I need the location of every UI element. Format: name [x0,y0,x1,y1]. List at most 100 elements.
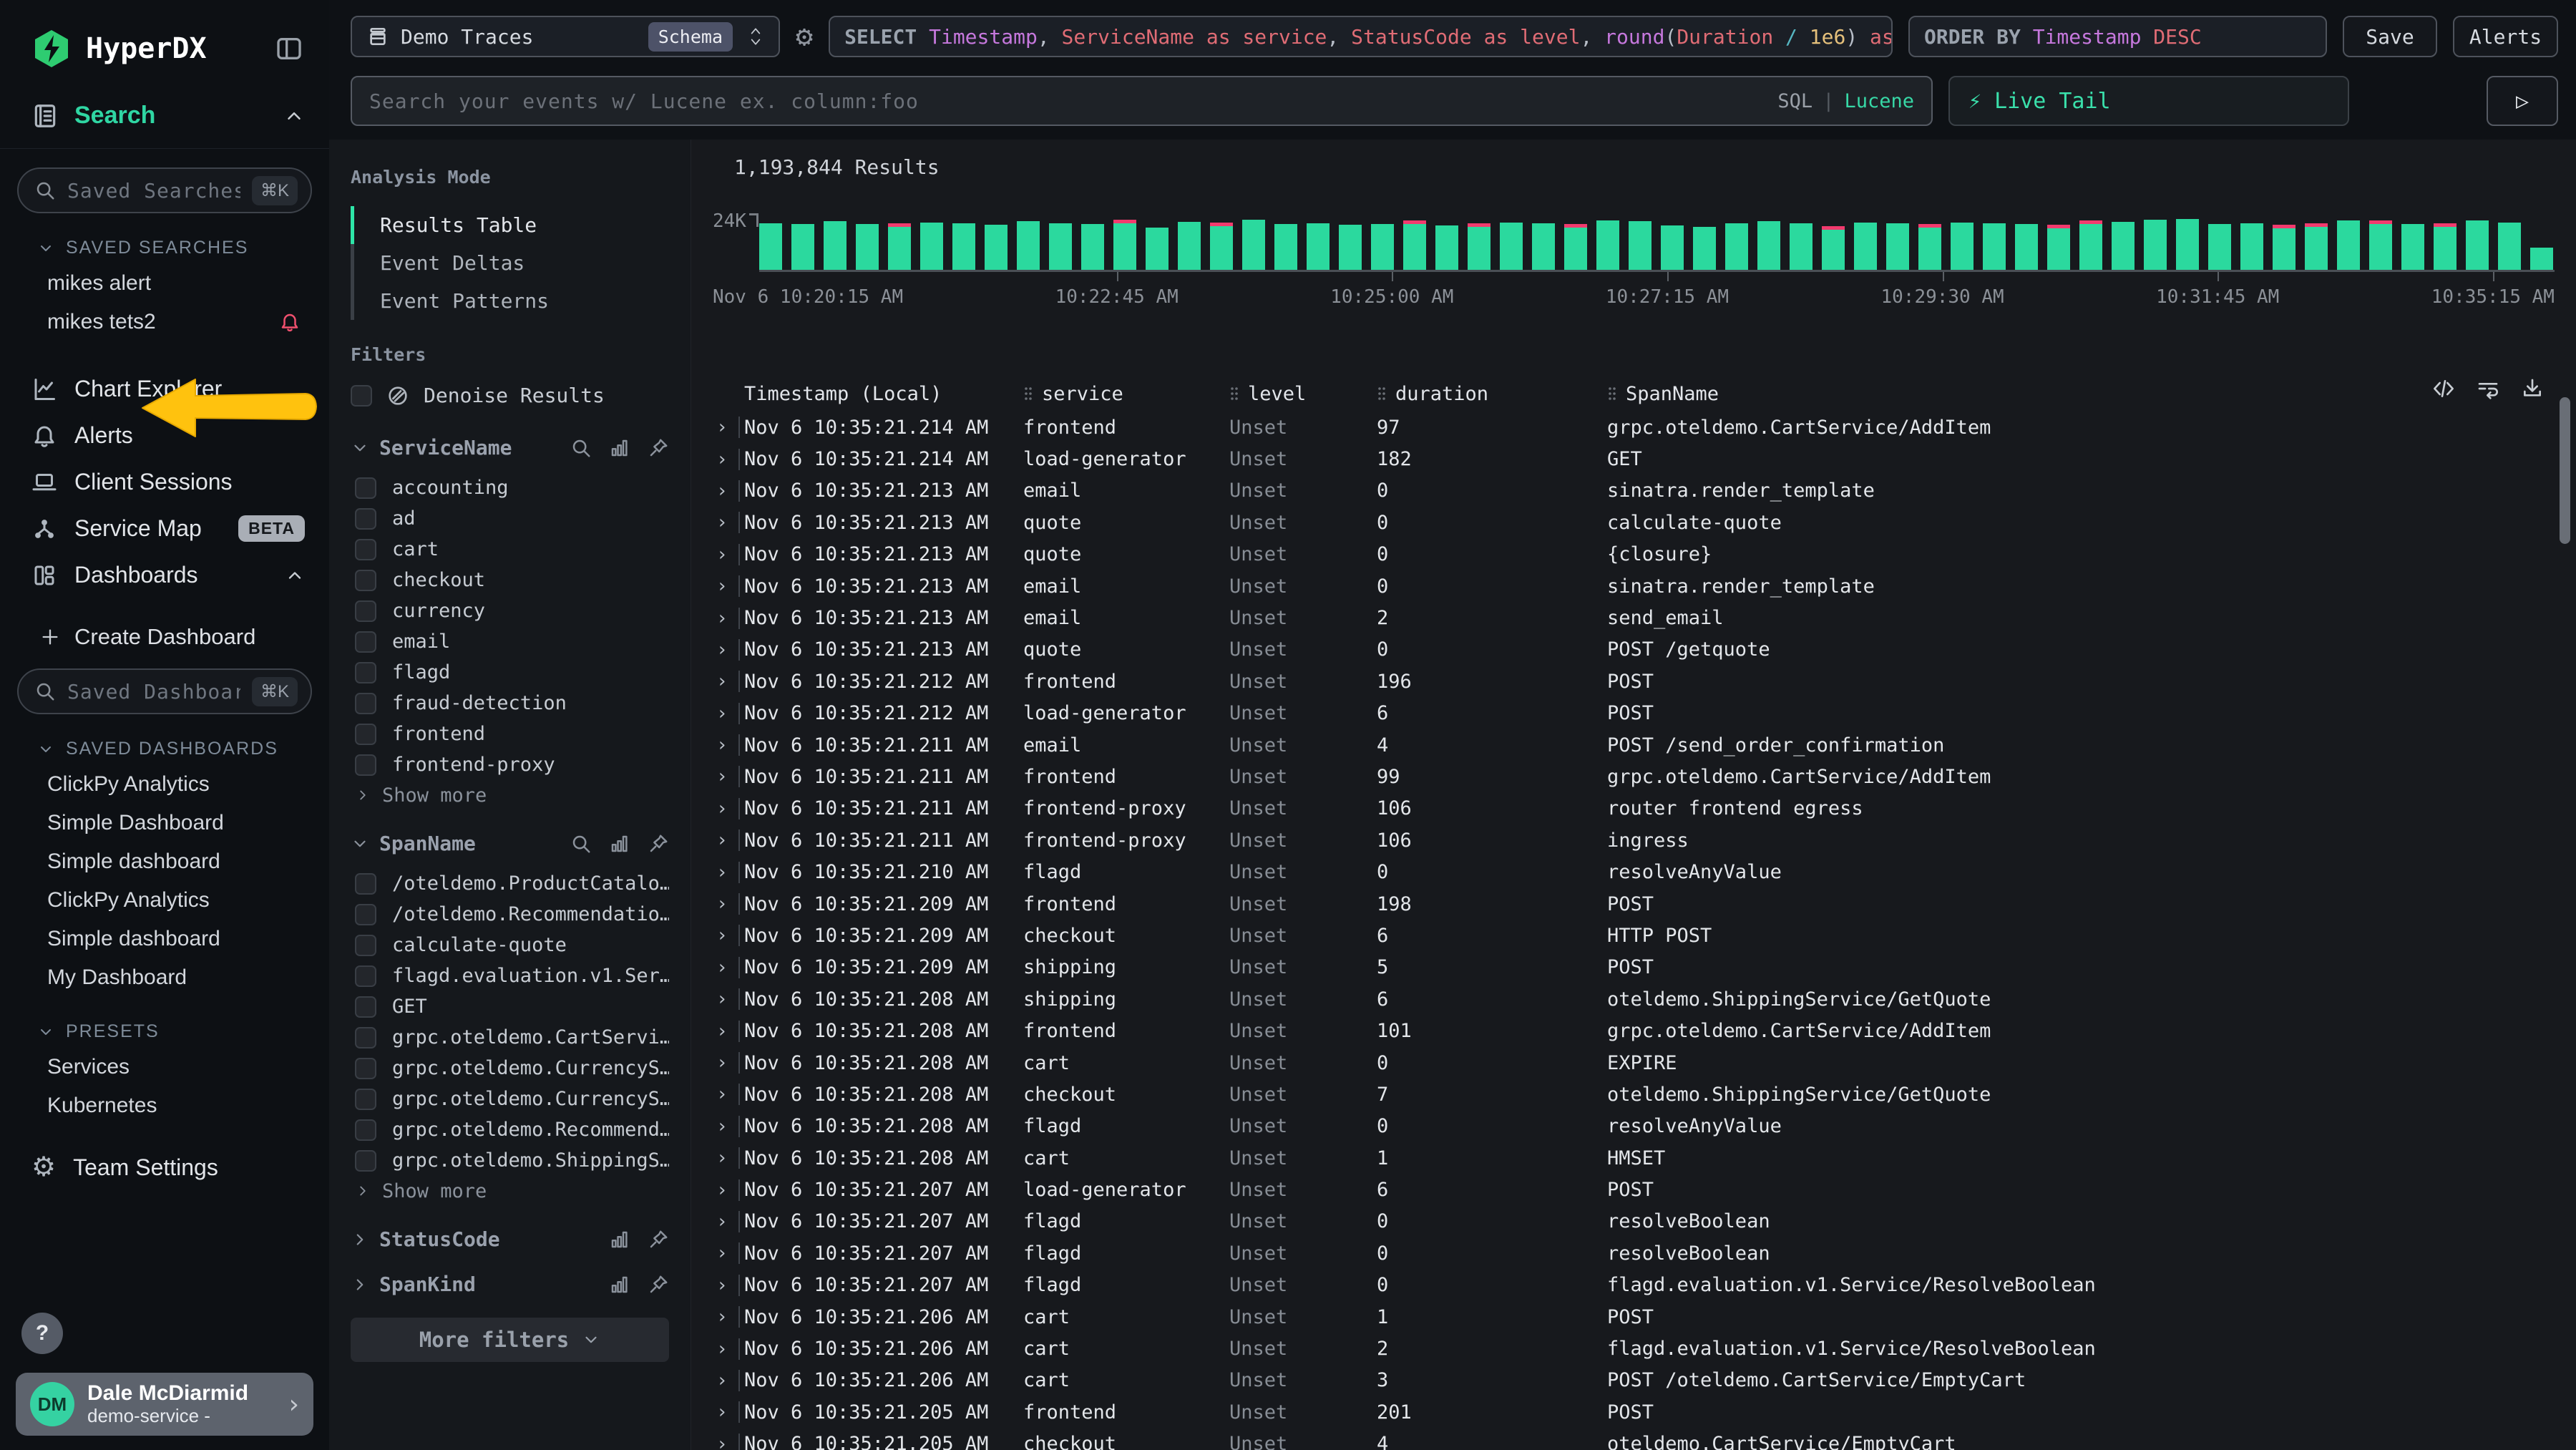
live-tail-button[interactable]: ⚡ Live Tail [1948,76,2349,126]
expand-row-icon[interactable]: › [706,988,738,1010]
event-search-input[interactable]: Search your events w/ Lucene ex. column:… [351,76,1933,126]
chevron-up-icon[interactable] [283,105,305,127]
collapse-sidebar-icon[interactable] [273,34,305,63]
histogram-bar[interactable] [1113,220,1136,270]
histogram-bar[interactable] [1049,223,1072,270]
table-row[interactable]: ›Nov 6 10:35:21.208 AMcartUnset1HMSET [706,1142,2576,1174]
histogram-bar[interactable] [2369,220,2392,270]
checkbox[interactable] [355,965,376,987]
table-row[interactable]: ›Nov 6 10:35:21.206 AMcartUnset2flagd.ev… [706,1333,2576,1364]
histogram-bars[interactable] [759,217,2555,272]
histogram-bar[interactable] [1532,223,1555,270]
filter-option[interactable]: currency [351,595,669,626]
histogram-bar[interactable] [1596,220,1619,270]
search-icon[interactable] [570,833,592,855]
expand-row-icon[interactable]: › [706,1147,738,1169]
histogram-bar[interactable] [1822,226,1845,270]
expand-row-icon[interactable]: › [706,734,738,756]
histogram-bar[interactable] [1146,228,1169,270]
checkbox[interactable] [355,754,376,776]
search-icon[interactable] [570,437,592,459]
checkbox[interactable] [355,477,376,499]
histogram-bar[interactable] [2498,223,2521,270]
histogram-bar[interactable] [2434,223,2457,270]
column-header-level[interactable]: level [1229,383,1377,405]
expand-row-icon[interactable]: › [706,925,738,946]
histogram-bar[interactable] [856,224,879,270]
histogram-bar[interactable] [1081,224,1104,270]
table-row[interactable]: ›Nov 6 10:35:21.211 AMfrontend-proxyUnse… [706,793,2576,824]
saved-dashboards-input[interactable]: Saved Dashboards ⌘K [17,668,312,714]
show-more-button[interactable]: Show more [351,780,669,810]
expand-row-icon[interactable]: › [706,766,738,787]
expand-row-icon[interactable]: › [706,1338,738,1360]
saved-searches-input[interactable]: Saved Searches ⌘K [17,167,312,213]
histogram-bar[interactable] [888,223,911,270]
histogram-bar[interactable] [1242,220,1265,270]
filter-option[interactable]: frontend [351,719,669,749]
data-source-select[interactable]: Demo Traces Schema [351,16,780,57]
expand-row-icon[interactable]: › [706,575,738,597]
sidebar-item-search[interactable]: Search [0,69,329,148]
checkbox[interactable] [355,935,376,956]
chart-icon[interactable] [609,1229,630,1250]
filter-group-header[interactable]: StatusCode [351,1227,669,1251]
expand-row-icon[interactable]: › [706,703,738,724]
chart-icon[interactable] [609,833,630,855]
histogram-bar[interactable] [2240,223,2263,270]
checkbox[interactable] [355,570,376,591]
table-row[interactable]: ›Nov 6 10:35:21.208 AMflagdUnset0resolve… [706,1111,2576,1142]
saved-search-item[interactable]: mikes alert [0,264,329,303]
expand-row-icon[interactable]: › [706,639,738,661]
filter-option[interactable]: ad [351,503,669,534]
table-row[interactable]: ›Nov 6 10:35:21.208 AMcartUnset0EXPIRE [706,1047,2576,1079]
expand-row-icon[interactable]: › [706,1021,738,1042]
expand-row-icon[interactable]: › [706,671,738,692]
table-row[interactable]: ›Nov 6 10:35:21.207 AMflagdUnset0resolve… [706,1206,2576,1237]
histogram-bar[interactable] [1757,221,1780,270]
saved-dashboard-item[interactable]: My Dashboard [0,958,329,997]
more-filters-button[interactable]: More filters [351,1318,669,1362]
schema-badge[interactable]: Schema [648,22,733,52]
checkbox[interactable] [355,1027,376,1048]
histogram-bar[interactable] [2401,224,2424,270]
filter-option[interactable]: fraud-detection [351,688,669,719]
expand-row-icon[interactable]: › [706,1434,738,1450]
filter-group-header[interactable]: ServiceName [351,436,669,459]
table-row[interactable]: ›Nov 6 10:35:21.213 AMemailUnset0sinatra… [706,475,2576,507]
expand-row-icon[interactable]: › [706,798,738,819]
filter-group-header[interactable]: SpanName [351,832,669,855]
histogram-bar[interactable] [1435,225,1458,270]
histogram-bar[interactable] [1017,221,1040,270]
table-row[interactable]: ›Nov 6 10:35:21.205 AMcheckoutUnset4otel… [706,1429,2576,1450]
expand-row-icon[interactable]: › [706,1179,738,1201]
table-row[interactable]: ›Nov 6 10:35:21.208 AMcheckoutUnset7otel… [706,1079,2576,1110]
show-more-button[interactable]: Show more [351,1176,669,1206]
sidebar-item-client-sessions[interactable]: Client Sessions [0,459,329,505]
histogram-bar[interactable] [759,223,782,270]
expand-row-icon[interactable]: › [706,1211,738,1232]
saved-dashboard-item[interactable]: Simple dashboard [0,842,329,881]
histogram-bar[interactable] [1274,224,1297,270]
sidebar-item-service-map[interactable]: Service Map BETA [0,505,329,552]
save-button[interactable]: Save [2343,16,2437,57]
filter-option[interactable]: flagd.evaluation.v1.Ser… [351,960,669,991]
checkbox[interactable] [355,873,376,895]
expand-row-icon[interactable]: › [706,608,738,629]
table-row[interactable]: ›Nov 6 10:35:21.207 AMload-generatorUnse… [706,1174,2576,1205]
chart-icon[interactable] [609,437,630,459]
analysis-mode-results-table[interactable]: Results Table [351,206,669,244]
checkbox[interactable] [355,539,376,560]
checkbox[interactable] [355,1119,376,1141]
checkbox[interactable] [355,1089,376,1110]
histogram-bar[interactable] [1564,224,1587,270]
checkbox[interactable] [355,693,376,714]
expand-row-icon[interactable]: › [706,1306,738,1328]
presets-header[interactable]: PRESETS [37,1021,312,1042]
expand-row-icon[interactable]: › [706,1275,738,1296]
histogram-bar[interactable] [1629,221,1652,270]
expand-row-icon[interactable]: › [706,544,738,565]
expand-row-icon[interactable]: › [706,862,738,883]
histogram-bar[interactable] [1661,225,1684,270]
histogram-bar[interactable] [2015,224,2038,270]
